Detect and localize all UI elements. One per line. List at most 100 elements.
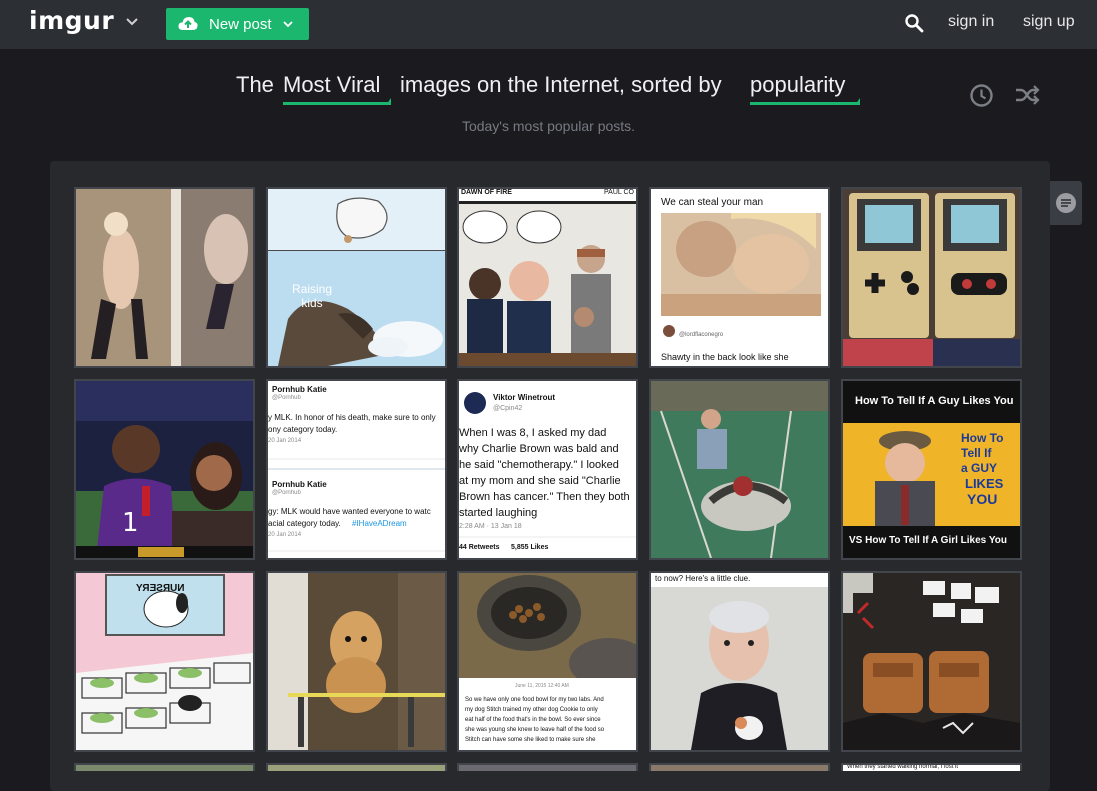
gallery-tile[interactable] — [74, 763, 255, 771]
tweet-text: started laughing — [459, 507, 538, 519]
tile-text: Stitch can have some she liked to make s… — [465, 737, 596, 743]
tweet-date: 20 Jan 2014 — [268, 438, 302, 444]
tile-handle: @lordflaconegro — [679, 332, 724, 338]
tweet-hashtag: #IHaveADream — [352, 519, 407, 528]
gallery-tile[interactable]: NURSERY — [74, 571, 255, 752]
page-subtitle: Today's most popular posts. — [461, 118, 636, 134]
gallery-tile[interactable]: to now? Here's a little clue. — [649, 571, 830, 752]
tile-image — [268, 189, 445, 366]
tile-caption: LIKES — [965, 476, 1004, 491]
tile-caption: YOU — [967, 491, 998, 507]
tweet-text: gy: MLK would have wanted everyone to wa… — [268, 507, 431, 516]
tweet-handle: @Cpin42 — [493, 405, 523, 412]
gallery-tile[interactable] — [457, 763, 638, 771]
tile-text: she was young she knew to leave half of … — [465, 727, 605, 733]
sort-selector-underline — [750, 98, 860, 105]
tweet-text: When I was 8, I asked my dad — [459, 427, 607, 439]
page-headline: The Most Viral images on the Internet, s… — [0, 72, 1097, 106]
tile-image: 1 — [76, 381, 253, 558]
headline-middle: images on the Internet, sorted by — [400, 72, 722, 97]
tile-image — [651, 573, 828, 750]
tile-image — [459, 573, 636, 750]
gallery-tile[interactable] — [74, 187, 255, 368]
tweet-text: at my mom and she said "Charlie — [459, 475, 621, 487]
tile-image — [76, 765, 253, 771]
tweet-handle: @Pornhub — [272, 395, 301, 401]
sign-in-link[interactable]: sign in — [948, 13, 994, 31]
search-icon[interactable] — [904, 13, 924, 33]
imgur-logo[interactable]: imgur — [29, 6, 114, 35]
tweet-retweets: 44 Retweets — [459, 544, 500, 551]
tile-caption: How To Tell If A Guy Likes You — [855, 395, 1014, 407]
gallery-tile[interactable] — [841, 571, 1022, 752]
comments-toggle[interactable] — [1050, 181, 1082, 225]
gallery-tile[interactable] — [266, 763, 447, 771]
tile-image — [459, 765, 636, 771]
tile-caption: We can steal your man — [661, 197, 764, 208]
gallery-tile[interactable]: Pornhub Katie @Pornhub y MLK. In honor o… — [266, 379, 447, 560]
tile-image — [459, 189, 636, 366]
comment-icon — [1056, 193, 1076, 213]
tile-image — [651, 765, 828, 771]
tweet-time: 2:28 AM · 13 Jan 18 — [459, 523, 522, 530]
tile-image — [76, 573, 253, 750]
chevron-down-icon[interactable] — [125, 15, 139, 29]
tweet-author: Pornhub Katie — [272, 385, 327, 394]
gallery-tile[interactable]: Viktor Winetrout @Cpin42 When I was 8, I… — [457, 379, 638, 560]
new-post-button[interactable]: New post — [166, 8, 309, 40]
upload-cloud-icon — [178, 17, 198, 30]
tile-image — [843, 573, 1020, 750]
tile-image — [268, 573, 445, 750]
tile-caption: DAWN OF FIRE — [461, 189, 512, 196]
tile-image — [268, 765, 445, 771]
gallery-tile[interactable]: 1 — [74, 379, 255, 560]
sort-selector[interactable]: popularity — [750, 72, 845, 98]
new-post-label: New post — [209, 16, 272, 33]
tweet-author: Pornhub Katie — [272, 480, 327, 489]
tile-image — [651, 189, 828, 366]
tweet-text: y MLK. In honor of his death, make sure … — [268, 413, 436, 422]
headline-prefix: The — [236, 72, 274, 97]
tile-image — [651, 381, 828, 558]
tile-image — [843, 189, 1020, 366]
top-navigation-bar: imgur New post sign in sign up — [0, 0, 1097, 49]
tile-caption: NURSERY — [136, 583, 185, 594]
gallery-tile[interactable]: How To Tell If A Guy Likes You How To Te… — [841, 379, 1022, 560]
gallery-tile[interactable]: We can steal your man @lordflaconegro Sh… — [649, 187, 830, 368]
tile-caption: When they started walking normal, I lost… — [847, 764, 959, 770]
svg-text:1: 1 — [122, 508, 139, 538]
tweet-likes: 5,855 Likes — [511, 544, 549, 551]
gallery-tile[interactable]: When they started walking normal, I lost… — [841, 763, 1022, 771]
tile-text: eat half of the food that's in the bowl.… — [465, 717, 601, 723]
tweet-text: acial category today. — [268, 519, 341, 528]
gallery-tile[interactable]: Raising kids — [266, 187, 447, 368]
tile-caption: VS How To Tell If A Girl Likes You — [849, 535, 1007, 546]
gallery-tile[interactable] — [266, 571, 447, 752]
gallery-tile[interactable] — [841, 187, 1022, 368]
tile-caption: Raising kids — [291, 282, 333, 310]
shuffle-icon[interactable] — [1014, 84, 1040, 106]
tweet-text: Brown has cancer." Then they both — [459, 491, 630, 503]
gallery-tile[interactable] — [649, 763, 830, 771]
gallery-tile[interactable]: June 11, 2015 12:40 AM So we have only o… — [457, 571, 638, 752]
tweet-text: why Charlie Brown was bald and — [459, 443, 619, 455]
tweet-text: ony category today. — [268, 425, 338, 434]
tile-caption: Shawty in the back look like she — [661, 352, 789, 362]
tweet-handle: @Pornhub — [272, 490, 301, 496]
tile-text: So we have only one food bowl for my two… — [465, 697, 604, 703]
tile-image — [76, 189, 253, 366]
section-selector[interactable]: Most Viral — [283, 72, 380, 98]
tile-date: June 11, 2015 12:40 AM — [515, 683, 569, 689]
tile-caption: PAUL CO — [604, 189, 634, 196]
gallery-tile[interactable] — [649, 379, 830, 560]
clock-icon[interactable] — [969, 83, 994, 108]
gallery-tile[interactable]: DAWN OF FIRE PAUL CO — [457, 187, 638, 368]
tweet-author: Viktor Winetrout — [493, 393, 556, 402]
section-selector-underline — [283, 98, 391, 105]
tile-caption: to now? Here's a little clue. — [655, 574, 751, 583]
chevron-down-icon — [283, 21, 293, 28]
sign-up-link[interactable]: sign up — [1023, 13, 1075, 31]
tile-caption: a GUY — [961, 461, 998, 475]
tile-text: my dog Stitch trained my other dog Cooki… — [465, 707, 598, 713]
tile-caption: Tell If — [961, 446, 992, 460]
